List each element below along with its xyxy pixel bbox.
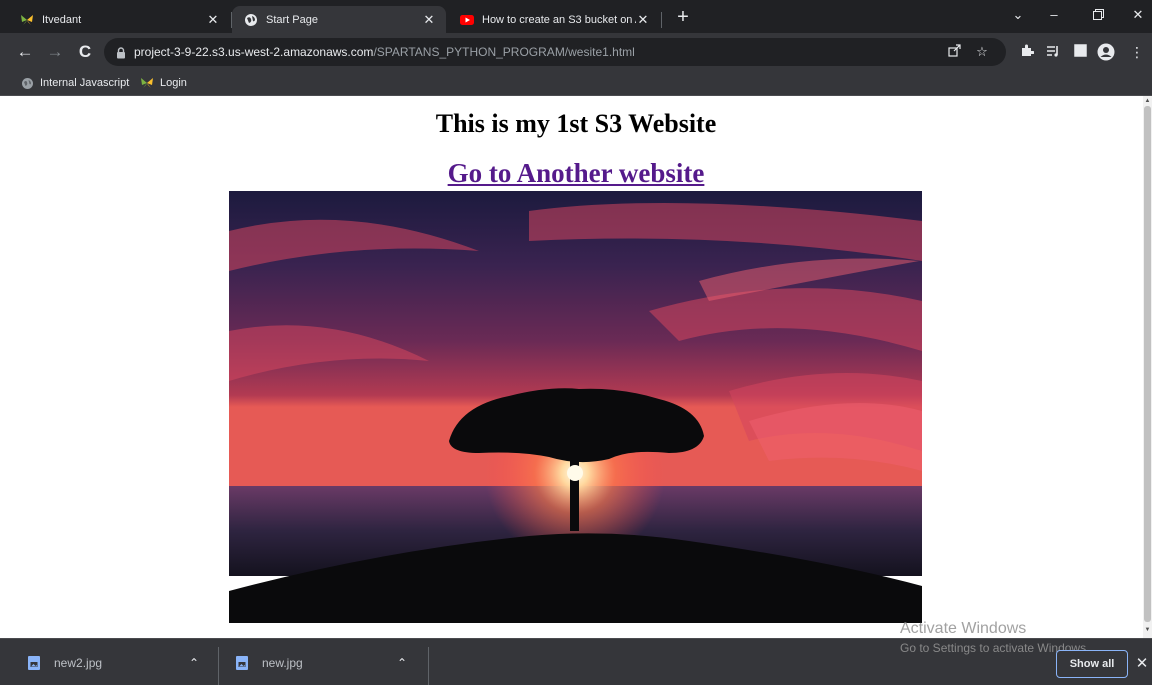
close-window-icon[interactable]: ✕	[1120, 4, 1152, 26]
another-website-link[interactable]: Go to Another website	[0, 158, 1152, 189]
page-heading: This is my 1st S3 Website	[435, 109, 717, 138]
page-content: This is my 1st S3 Website Go to Another …	[0, 96, 1143, 638]
back-icon[interactable]: ←	[14, 41, 36, 63]
tab-search-icon[interactable]: ⌄	[1000, 4, 1036, 26]
bookmarks-bar: Internal Javascript Login	[0, 71, 1152, 96]
youtube-icon	[460, 13, 474, 27]
butterfly-icon	[20, 13, 34, 27]
toolbar: ← → C project-3-9-22.s3.us-west-2.amazon…	[0, 33, 1152, 71]
tab-separator	[661, 12, 662, 28]
butterfly-icon	[140, 76, 154, 90]
show-all-downloads-button[interactable]: Show all	[1056, 650, 1128, 678]
scroll-up-icon[interactable]: ▲	[1144, 97, 1151, 105]
reload-icon[interactable]: C	[74, 41, 96, 63]
bookmark-internal-javascript[interactable]: Internal Javascript	[20, 75, 129, 91]
share-icon[interactable]	[946, 44, 962, 60]
star-icon[interactable]: ☆	[974, 44, 990, 60]
url-path: /SPARTANS_PYTHON_PROGRAM/wesite1.html	[373, 45, 635, 59]
scroll-down-icon[interactable]: ▼	[1144, 626, 1151, 634]
extensions-icon[interactable]	[1018, 43, 1036, 61]
file-icon	[28, 655, 40, 670]
scrollbar-thumb[interactable]	[1144, 106, 1151, 622]
download-item-new2[interactable]: new2.jpg ⌃	[16, 639, 204, 685]
sunset-tree-image	[229, 191, 922, 623]
tab-itvedant[interactable]: Itvedant ✕	[8, 6, 230, 33]
file-icon	[236, 655, 248, 670]
new-tab-button[interactable]: +	[671, 7, 695, 29]
profile-avatar-icon[interactable]	[1097, 43, 1115, 61]
bookmark-label: Internal Javascript	[40, 77, 130, 89]
download-filename: new.jpg	[262, 655, 303, 670]
tab-title: Start Page	[266, 13, 318, 26]
menu-icon[interactable]: ⋮	[1128, 43, 1146, 61]
url-text: project-3-9-22.s3.us-west-2.amazonaws.co…	[134, 45, 635, 59]
bookmark-login[interactable]: Login	[140, 75, 187, 91]
download-separator	[428, 647, 429, 685]
browser-window: Itvedant ✕ Start Page ✕ How to create an…	[0, 0, 1152, 685]
chevron-up-icon[interactable]: ⌃	[184, 656, 204, 670]
restore-icon[interactable]	[1080, 4, 1116, 26]
tab-strip: Itvedant ✕ Start Page ✕ How to create an…	[0, 0, 1152, 33]
close-downloads-icon[interactable]: ✕	[1134, 656, 1150, 672]
globe-icon	[244, 13, 258, 27]
download-separator	[218, 647, 219, 685]
download-item-new[interactable]: new.jpg ⌃	[224, 639, 412, 685]
close-icon[interactable]: ✕	[422, 12, 436, 28]
address-bar[interactable]: project-3-9-22.s3.us-west-2.amazonaws.co…	[104, 38, 1006, 66]
tab-title: How to create an S3 bucket on A	[482, 13, 636, 26]
download-filename: new2.jpg	[54, 655, 103, 670]
close-icon[interactable]: ✕	[636, 12, 650, 28]
page-scrollbar[interactable]: ▲ ▼	[1143, 96, 1152, 638]
globe-icon	[20, 76, 34, 90]
forward-icon[interactable]: →	[44, 41, 66, 63]
lock-icon	[116, 46, 126, 59]
tab-title: Itvedant	[42, 13, 82, 26]
chevron-up-icon[interactable]: ⌃	[392, 656, 412, 670]
activate-windows-watermark-title: Activate Windows	[900, 620, 1027, 637]
bookmark-label: Login	[160, 77, 187, 89]
reading-list-icon[interactable]	[1044, 43, 1062, 61]
side-panel-icon[interactable]	[1071, 43, 1089, 61]
url-host: project-3-9-22.s3.us-west-2.amazonaws.co…	[134, 45, 374, 59]
sunset-tree-image-art	[229, 191, 922, 623]
tab-youtube[interactable]: How to create an S3 bucket on A ✕	[448, 6, 660, 33]
tab-start-page[interactable]: Start Page ✕	[232, 6, 446, 33]
minimize-icon[interactable]: –	[1036, 4, 1072, 26]
close-icon[interactable]: ✕	[206, 12, 220, 28]
